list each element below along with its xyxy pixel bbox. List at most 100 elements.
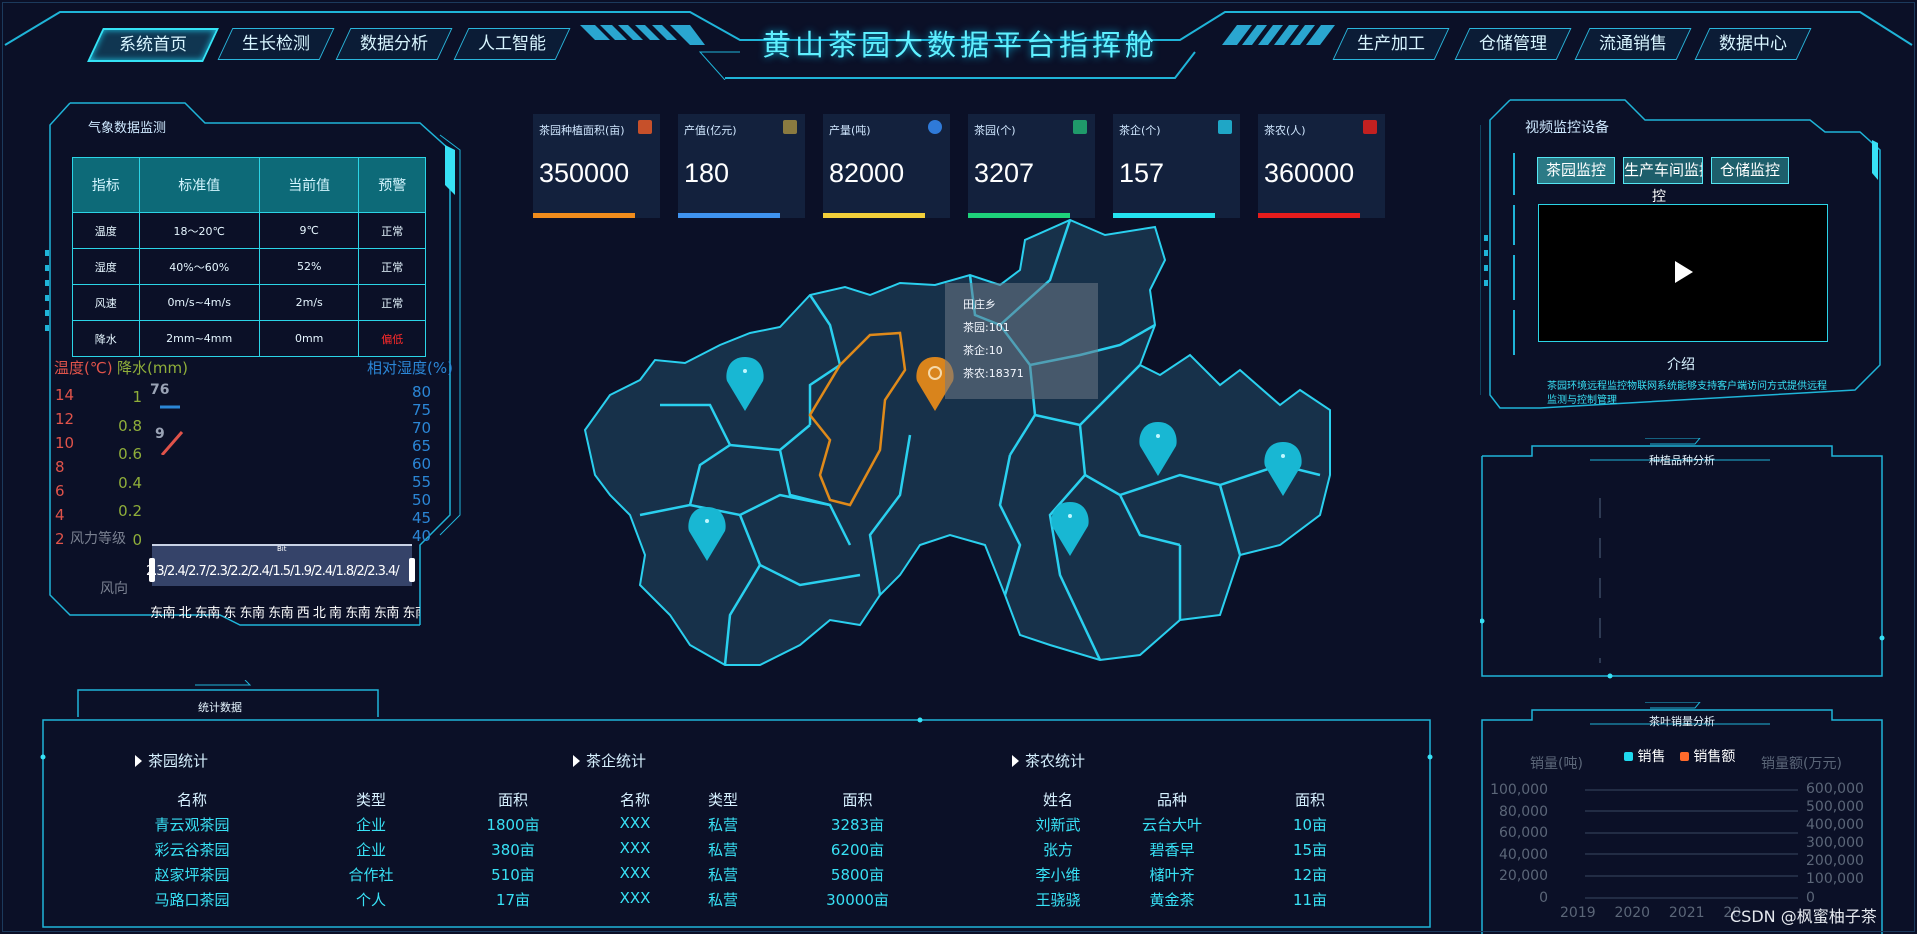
cell: 正常 — [358, 284, 426, 321]
table-cell: 企业 — [355, 841, 386, 859]
kpi-card-gardens: 茶园(个) 3207 — [968, 114, 1095, 218]
tick: 0.4 — [118, 473, 142, 492]
wind-dir-label: 风向 — [100, 581, 128, 597]
tick: 55 — [412, 473, 432, 491]
tooltip-garden: 茶园:101 — [963, 321, 1010, 334]
wind-directions: 东南 北 东南 东 东南 东南 西 北 南 东南 东南 东南 — [150, 606, 420, 621]
col-header: 姓名 — [1042, 791, 1073, 809]
variety-panel-frame — [1480, 438, 1885, 679]
table-cell: 私营 — [707, 891, 738, 909]
tick: 0 — [1539, 889, 1548, 906]
legend-swatch — [1624, 752, 1633, 761]
kpi-label: 产量(吨) — [829, 124, 871, 137]
kpi-card-yield: 产量(吨) 82000 — [823, 114, 950, 218]
table-cell: 张方 — [1042, 841, 1073, 859]
garden-stats-title: 茶园统计 — [135, 750, 208, 771]
tab-storage[interactable]: 仓储管理 — [1454, 28, 1572, 60]
tab-production-label: 生产加工 — [1357, 34, 1425, 54]
kpi-label: 茶企(个) — [1119, 124, 1161, 137]
tick: 2020 — [1614, 905, 1651, 921]
tab-analysis[interactable]: 数据分析 — [335, 28, 453, 60]
bar-chart-icon — [1218, 120, 1232, 134]
table-cell: 王骁骁 — [1035, 891, 1081, 909]
kpi-label: 产值(亿元) — [684, 124, 737, 137]
tick: 400,000 — [1806, 817, 1864, 834]
stats-panel-title: 统计数据 — [198, 701, 242, 714]
sales-right-ticks: 600,000 500,000 400,000 300,000 200,000 … — [1806, 780, 1876, 907]
tab-sales[interactable]: 流通销售 — [1574, 28, 1692, 60]
table-row: 风速 0m/s~4m/s 2m/s 正常 — [72, 284, 426, 321]
tab-growth[interactable]: 生长检测 — [217, 28, 335, 60]
tab-home[interactable]: 系统首页 — [87, 28, 219, 62]
kpi-label: 茶园种植面积(亩) — [539, 124, 625, 137]
person-icon — [1363, 120, 1377, 134]
tick: 40 — [412, 527, 432, 545]
rain-axis-label: 降水(mm) — [117, 359, 188, 377]
col-header: 名称 — [619, 791, 650, 809]
video-tab-overflow: 控 — [1652, 189, 1666, 205]
tick: 2021 — [1668, 905, 1705, 921]
cell: 2m/s — [258, 284, 360, 321]
kpi-value: 350000 — [539, 158, 630, 188]
tick: 1 — [132, 388, 142, 406]
tab-ai[interactable]: 人工智能 — [453, 28, 571, 60]
tick: 80,000 — [1499, 803, 1548, 820]
tab-production[interactable]: 生产加工 — [1332, 28, 1450, 60]
kpi-label: 茶农(人) — [1264, 124, 1306, 137]
cell: 湿度 — [72, 248, 140, 285]
tab-data-center[interactable]: 数据中心 — [1694, 28, 1812, 60]
table-cell: 15亩 — [1292, 841, 1328, 859]
video-intro-text: 茶园环境远程监控物联网系统能够支持客户端访问方式提供远程监测与控制管理 — [1547, 381, 1827, 406]
cell: 降水 — [72, 320, 140, 357]
cell: 2mm~4mm — [138, 320, 260, 357]
table-row: 湿度 40%～60% 52% 正常 — [72, 248, 426, 285]
table-cell: XXX — [619, 864, 651, 882]
tick: 10 — [55, 434, 75, 452]
col-header: 名称 — [176, 791, 207, 809]
cell: 风速 — [72, 284, 140, 321]
table-cell: 30000亩 — [826, 891, 889, 909]
map-tooltip: 田庄乡 茶园:101 茶企:10 茶农:18371 — [945, 283, 1098, 399]
cell: 18～20℃ — [138, 212, 260, 249]
tick: 50 — [412, 491, 432, 509]
tick: 200,000 — [1806, 853, 1864, 870]
temp-axis-label: 温度(℃) — [54, 359, 113, 377]
tick: 100,000 — [1490, 782, 1548, 798]
cell: 40%～60% — [138, 248, 260, 285]
table-cell: 5800亩 — [830, 866, 885, 884]
video-tab-warehouse[interactable]: 仓储监控 — [1711, 157, 1789, 184]
table-cell: 彩云谷茶园 — [154, 841, 230, 859]
table-cell: 3283亩 — [830, 816, 885, 834]
col-indicator: 指标 — [72, 157, 140, 213]
video-tab-garden[interactable]: 茶园监控 — [1537, 157, 1615, 184]
col-standard: 标准值 — [138, 157, 260, 213]
enterprise-stats-title: 茶企统计 — [573, 750, 646, 771]
tick: 8 — [55, 458, 65, 476]
table-cell: 私营 — [707, 841, 738, 859]
legend-swatch — [1679, 752, 1689, 761]
cell: 9℃ — [258, 212, 360, 249]
field-icon — [638, 120, 652, 134]
tick: 80 — [412, 383, 432, 401]
table-cell: 10亩 — [1292, 816, 1328, 834]
tab-home-label: 系统首页 — [119, 35, 187, 55]
video-tab-label: 仓储监控 — [1719, 161, 1780, 179]
table-cell: 马路口茶园 — [154, 891, 230, 909]
kpi-card-enterprises: 茶企(个) 157 — [1113, 114, 1240, 218]
tick: 4 — [55, 506, 65, 524]
kpi-value: 82000 — [829, 158, 905, 188]
tick: 600,000 — [1806, 781, 1864, 797]
video-tab-workshop[interactable]: 生产车间监控 — [1623, 157, 1703, 184]
tooltip-enterprise: 茶企:10 — [963, 344, 1003, 357]
table-cell: 槠叶齐 — [1149, 866, 1195, 884]
col-header: 面积 — [1294, 791, 1325, 809]
farmer-stats-title: 茶农统计 — [1012, 750, 1085, 771]
legend-revenue: 销售额 — [1693, 749, 1736, 765]
col-current: 当前值 — [258, 157, 360, 213]
play-icon[interactable] — [1675, 261, 1693, 283]
tick: 60,000 — [1499, 825, 1548, 842]
video-player[interactable] — [1538, 204, 1828, 342]
weather-table: 指标 标准值 当前值 预警 温度 18～20℃ 9℃ 正常 湿度 40%～60% 52% 正… — [72, 157, 426, 357]
tick: 100,000 — [1806, 871, 1864, 888]
table-cell: 380亩 — [491, 841, 535, 859]
